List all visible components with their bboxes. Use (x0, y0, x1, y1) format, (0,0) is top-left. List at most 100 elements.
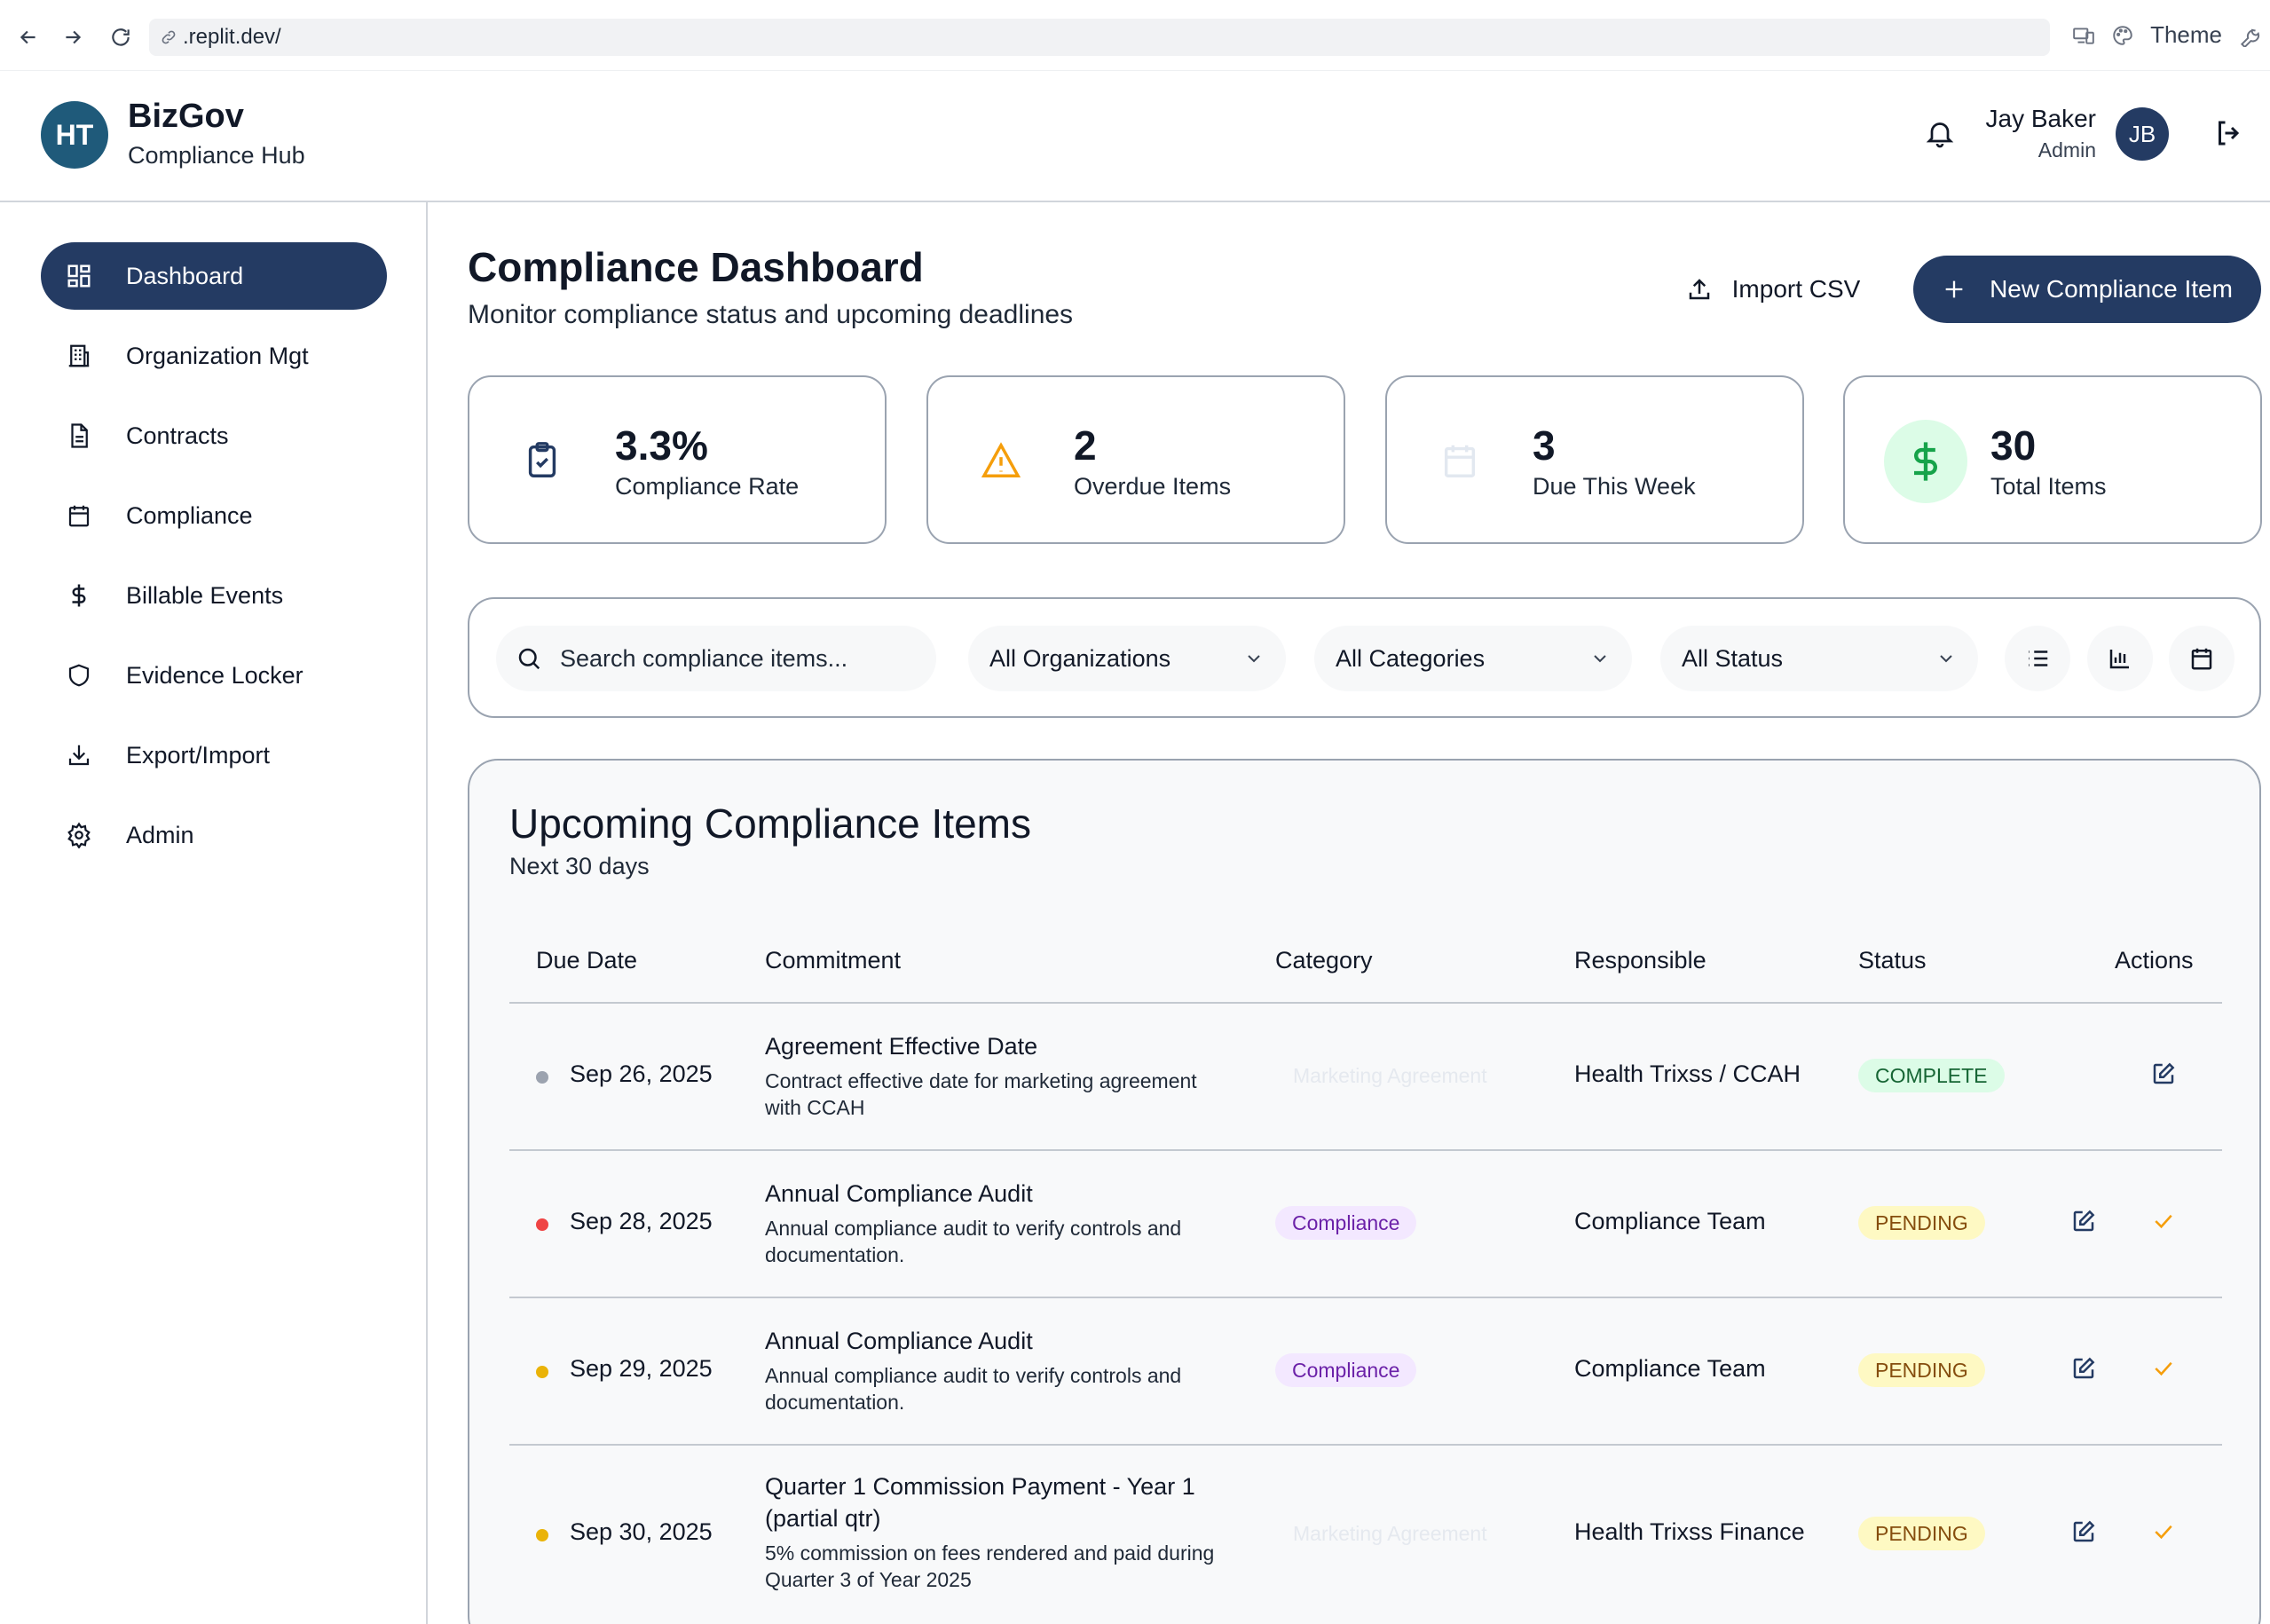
status-badge: PENDING (1858, 1353, 1985, 1387)
edit-icon (2073, 1210, 2095, 1232)
table-subtitle: Next 30 days (509, 853, 650, 879)
sidebar-item-dashboard[interactable]: Dashboard (41, 242, 387, 310)
new-compliance-item-label: New Compliance Item (1990, 275, 2233, 303)
sidebar-item-label: Evidence Locker (126, 661, 303, 689)
bar-chart-icon (2109, 650, 2129, 669)
theme-button[interactable]: Theme (2150, 21, 2222, 49)
edit-icon (2073, 1357, 2095, 1379)
back-button[interactable] (14, 23, 43, 51)
table-row[interactable]: Sep 29, 2025 Annual Compliance Audit Ann… (469, 1298, 2259, 1444)
complete-button[interactable] (2150, 1355, 2177, 1382)
category-select-value: All Categories (1336, 644, 1486, 672)
sidebar-item-billable-events[interactable]: Billable Events (41, 562, 387, 629)
sidebar-item-evidence-locker[interactable]: Evidence Locker (41, 642, 387, 709)
import-csv-button[interactable]: Import CSV (1661, 256, 1885, 323)
sidebar-item-label: Admin (126, 821, 194, 848)
organization-select[interactable]: All Organizations (968, 626, 1286, 691)
reload-icon (112, 28, 130, 46)
column-header-status[interactable]: Status (1858, 947, 1927, 974)
dollar-icon (72, 584, 86, 607)
arrow-left-icon (20, 30, 35, 44)
user-name: Jay Baker (1985, 105, 2097, 132)
responsible: Compliance Team (1574, 1208, 1766, 1234)
chevron-down-icon (1594, 655, 1606, 663)
check-icon (2155, 1361, 2172, 1376)
search-icon (518, 648, 540, 670)
table-row[interactable]: Sep 30, 2025 Quarter 1 Commission Paymen… (469, 1446, 2259, 1623)
stat-value: 2 (1074, 422, 1097, 469)
calendar-view-button[interactable] (2169, 626, 2235, 691)
commitment-title: Agreement Effective Date (765, 1033, 1038, 1060)
sidebar-item-label: Compliance (126, 501, 253, 529)
palette-icon[interactable] (2111, 24, 2134, 47)
logout-icon[interactable] (2213, 117, 2245, 149)
sidebar-item-label: Dashboard (126, 262, 244, 289)
sidebar-item-export-import[interactable]: Export/Import (41, 721, 387, 789)
status-badge: PENDING (1858, 1517, 1985, 1550)
status-select[interactable]: All Status (1660, 626, 1978, 691)
link-icon (162, 30, 176, 44)
edit-button[interactable] (2150, 1060, 2177, 1087)
chevron-down-icon (1248, 655, 1260, 663)
edit-icon (2153, 1062, 2175, 1084)
stat-card-overdue: 2 Overdue Items (926, 375, 1345, 544)
sidebar-item-contracts[interactable]: Contracts (41, 402, 387, 469)
url-text: .replit.dev/ (183, 25, 281, 49)
edit-button[interactable] (2070, 1208, 2097, 1234)
category-select[interactable]: All Categories (1314, 626, 1632, 691)
wrench-icon[interactable] (2238, 24, 2261, 47)
chart-view-button[interactable] (2087, 626, 2153, 691)
sidebar-item-compliance[interactable]: Compliance (41, 482, 387, 549)
column-header-due-date[interactable]: Due Date (536, 947, 637, 974)
stat-card-compliance-rate: 3.3% Compliance Rate (468, 375, 887, 544)
address-bar[interactable]: .replit.dev/ (149, 19, 2050, 56)
stat-label: Due This Week (1533, 473, 1696, 500)
table-row[interactable]: Sep 28, 2025 Annual Compliance Audit Ann… (469, 1151, 2259, 1297)
stat-icon-wrapper (1437, 438, 1483, 484)
search-box[interactable] (496, 626, 936, 691)
edit-button[interactable] (2070, 1518, 2097, 1545)
category-label: Marketing Agreement (1293, 1064, 1487, 1087)
stat-value: 30 (1990, 422, 2037, 469)
table-row[interactable]: Sep 26, 2025 Agreement Effective Date Co… (469, 1004, 2259, 1149)
sidebar-item-label: Organization Mgt (126, 342, 309, 369)
avatar[interactable]: JB (2116, 107, 2169, 161)
commitment-title: Annual Compliance Audit (765, 1180, 1033, 1207)
edit-button[interactable] (2070, 1355, 2097, 1382)
reload-button[interactable] (106, 23, 135, 51)
building-icon (68, 344, 90, 367)
list-icon (2029, 650, 2048, 666)
browser-toolbar: .replit.dev/ Theme (0, 0, 2270, 71)
bell-icon[interactable] (1924, 117, 1956, 149)
edit-icon (2073, 1520, 2095, 1542)
complete-button[interactable] (2150, 1208, 2177, 1234)
devices-icon[interactable] (2072, 24, 2095, 47)
column-header-responsible[interactable]: Responsible (1574, 947, 1706, 974)
complete-button[interactable] (2150, 1518, 2177, 1545)
search-input[interactable] (560, 644, 915, 673)
new-compliance-item-button[interactable]: New Compliance Item (1913, 256, 2261, 323)
sidebar-item-admin[interactable]: Admin (41, 801, 387, 869)
column-header-commitment[interactable]: Commitment (765, 947, 901, 974)
import-csv-label: Import CSV (1731, 275, 1861, 303)
list-view-button[interactable] (2005, 626, 2070, 691)
commitment-description: Annual compliance audit to verify contro… (765, 1364, 1182, 1414)
brand-name: BizGov (128, 98, 244, 135)
column-header-category[interactable]: Category (1275, 947, 1373, 974)
column-header-actions: Actions (2115, 947, 2194, 974)
stat-label: Total Items (1990, 473, 2107, 500)
page-subtitle: Monitor compliance status and upcoming d… (468, 300, 1074, 329)
upcoming-items-card: Upcoming Compliance Items Next 30 days D… (468, 759, 2261, 1624)
sidebar-item-organization[interactable]: Organization Mgt (41, 322, 387, 390)
calendar-icon (68, 505, 90, 527)
category-badge: Compliance (1275, 1353, 1417, 1387)
stat-card-total-items: 30 Total Items (1843, 375, 2262, 544)
commitment-title: Annual Compliance Audit (765, 1328, 1033, 1354)
arrow-right-icon (66, 30, 82, 44)
forward-button[interactable] (59, 23, 87, 51)
warning-icon (981, 442, 1021, 477)
chevron-down-icon (1940, 655, 1952, 663)
grid-icon (67, 264, 91, 288)
sidebar: Dashboard Organization Mgt Contracts Com… (0, 202, 428, 1624)
page-title: Compliance Dashboard (468, 244, 924, 290)
